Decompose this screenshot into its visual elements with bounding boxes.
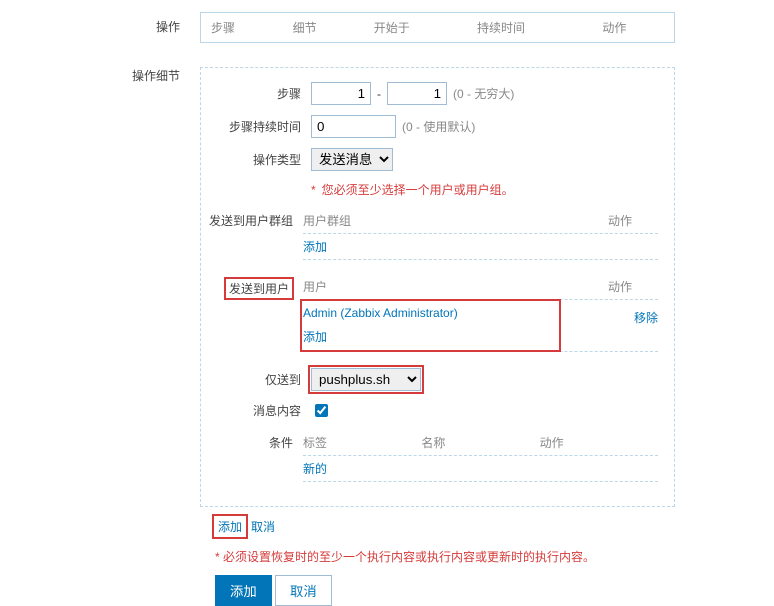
step-duration-hint: (0 - 使用默认) (402, 118, 475, 135)
only-send-select[interactable]: pushplus.sh (311, 368, 421, 391)
cond-col-tag: 标签 (303, 434, 421, 451)
user-row-name[interactable]: Admin (Zabbix Administrator) (303, 306, 458, 320)
send-to-users-label: 发送到用户 (225, 278, 293, 299)
step-duration-input[interactable] (311, 115, 396, 138)
add-button[interactable]: 添加 (215, 575, 272, 606)
required-star: * (311, 183, 316, 197)
ops-col-detail: 细节 (283, 13, 364, 43)
only-send-label: 仅送到 (201, 371, 311, 388)
recovery-hint: 必须设置恢复时的至少一个执行内容或执行内容或更新时的执行内容。 (223, 550, 595, 564)
steps-label: 步骤 (201, 85, 311, 102)
op-cancel-link[interactable]: 取消 (251, 518, 275, 535)
op-type-label: 操作类型 (201, 151, 311, 168)
cond-col-action: 动作 (540, 434, 658, 451)
ops-col-action: 动作 (592, 13, 674, 43)
required-star-2: * (215, 550, 220, 564)
ops-col-duration: 持续时间 (467, 13, 592, 43)
step-from-input[interactable] (311, 82, 371, 105)
msg-content-checkbox[interactable] (315, 404, 328, 417)
cond-col-name: 名称 (421, 434, 539, 451)
ops-col-startin: 开始于 (364, 13, 467, 43)
conditions-table: 标签 名称 动作 新的 (303, 430, 658, 482)
user-groups-table: 用户群组 动作 添加 (303, 208, 658, 260)
cancel-button[interactable]: 取消 (275, 575, 332, 606)
operations-table: 步骤 细节 开始于 持续时间 动作 (200, 12, 675, 43)
groups-col-name: 用户群组 (303, 212, 608, 229)
op-details-label: 操作细节 (0, 61, 200, 84)
users-add-link[interactable]: 添加 (303, 330, 327, 344)
op-add-link[interactable]: 添加 (218, 520, 242, 534)
step-hint: (0 - 无穷大) (453, 85, 514, 102)
users-table: 用户 动作 Admin (Zabbix Administrator) 添加 (303, 274, 658, 352)
ops-col-step: 步骤 (201, 13, 283, 43)
step-duration-label: 步骤持续时间 (201, 118, 311, 135)
operations-label: 操作 (0, 12, 200, 35)
send-to-groups-label: 发送到用户群组 (201, 208, 303, 229)
cond-new-link[interactable]: 新的 (303, 462, 327, 476)
msg-content-label: 消息内容 (201, 402, 311, 419)
groups-col-action: 动作 (608, 212, 658, 229)
groups-add-link[interactable]: 添加 (303, 240, 327, 254)
op-type-select[interactable]: 发送消息 (311, 148, 393, 171)
users-col-action: 动作 (608, 278, 658, 295)
step-to-input[interactable] (387, 82, 447, 105)
user-remove-link[interactable]: 移除 (634, 309, 658, 326)
op-details-box: 步骤 - (0 - 无穷大) 步骤持续时间 (0 - 使用默认) 操作类型 (200, 67, 675, 507)
op-type-warning: 您必须至少选择一个用户或用户组。 (322, 181, 514, 198)
step-dash: - (377, 87, 381, 101)
users-col-name: 用户 (303, 278, 608, 295)
conditions-label: 条件 (201, 430, 303, 451)
